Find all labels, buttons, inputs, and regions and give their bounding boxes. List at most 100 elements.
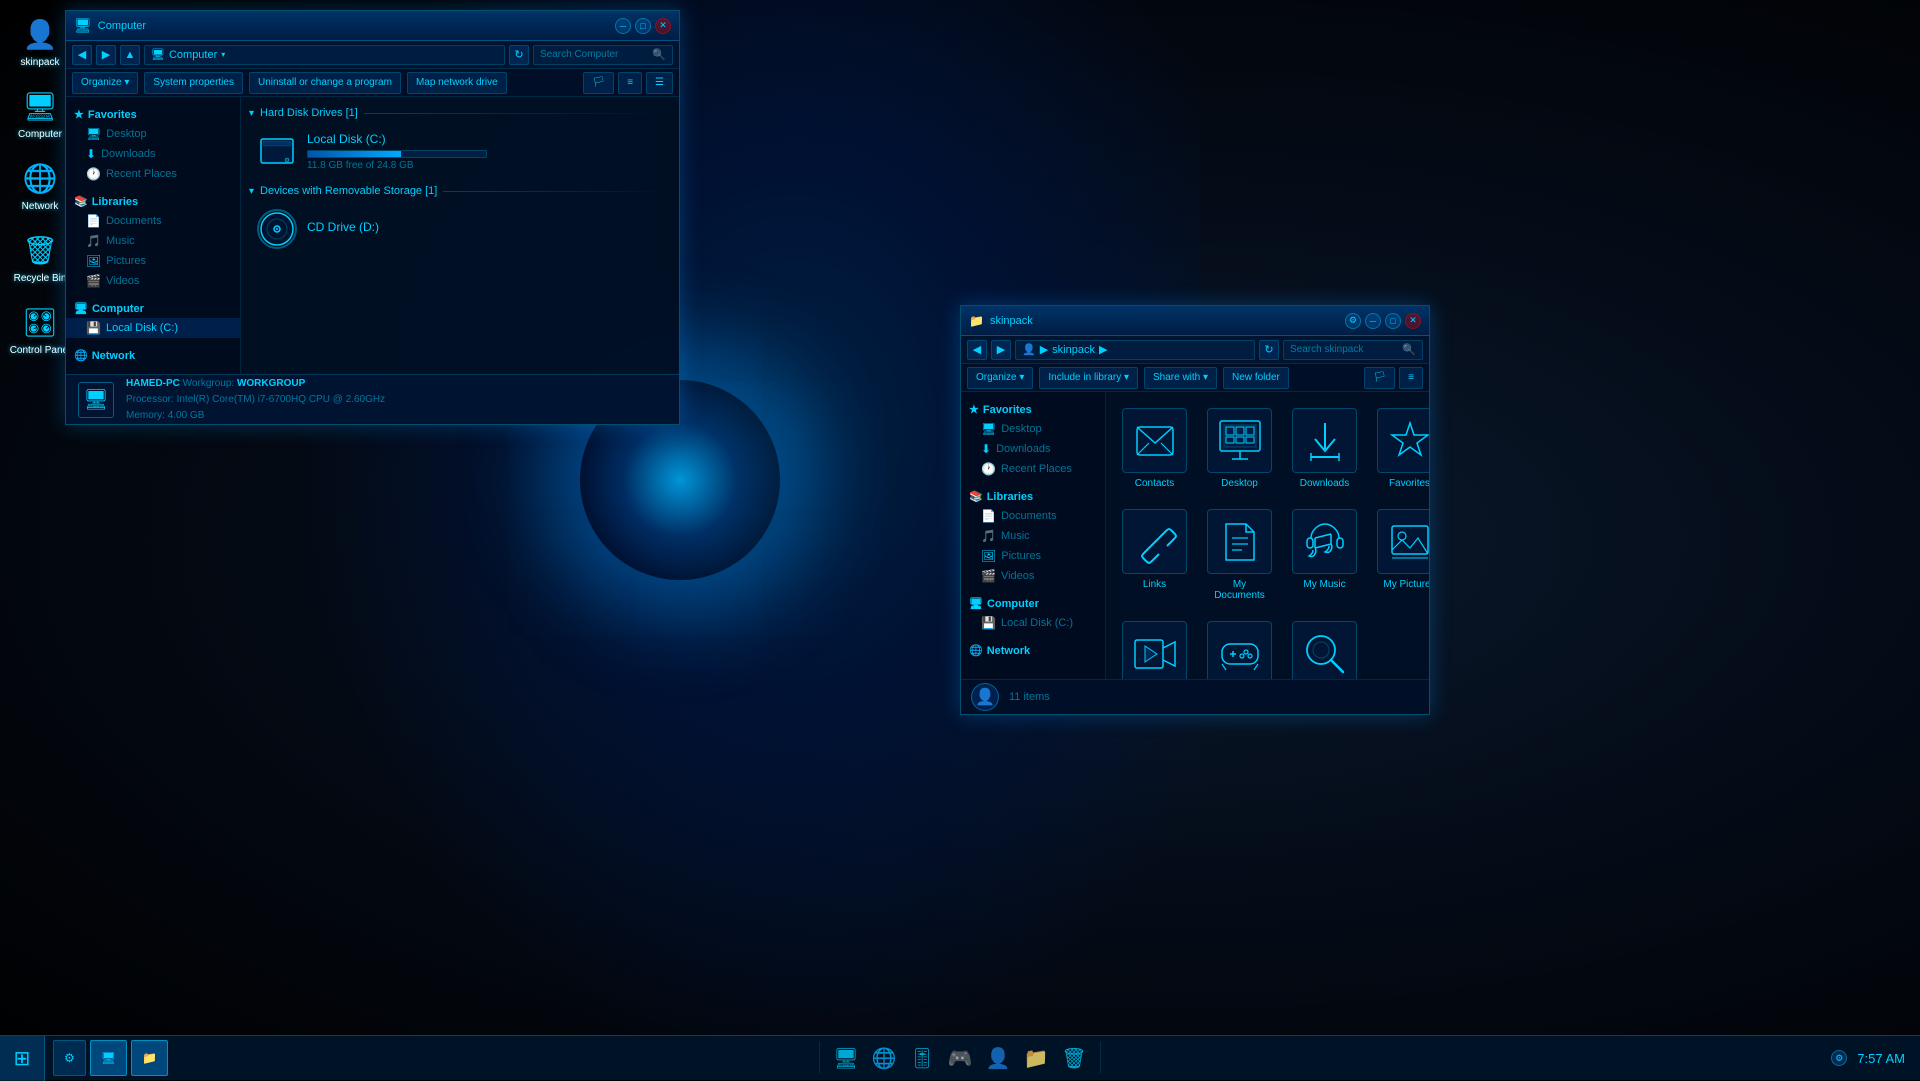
w2-downloads-icon: ⬇ [981, 442, 991, 456]
window2-minimize-btn[interactable]: ─ [1365, 313, 1381, 329]
cd-drive-item[interactable]: CD Drive (D:) [249, 205, 671, 253]
w2-flag-btn[interactable]: 🏳 [1364, 367, 1395, 389]
grid-item-my-pictures[interactable]: My Pictures [1371, 503, 1429, 607]
window2-address-bar[interactable]: 👤 ▶ skinpack ▶ [1015, 340, 1255, 360]
network-section: 🌐 Network [66, 346, 240, 365]
w2-sidebar-desktop[interactable]: 🖥 Desktop [961, 419, 1105, 439]
view-btn[interactable]: ≡ [618, 72, 642, 94]
window1-address-bar[interactable]: 🖥 Computer ▾ [144, 45, 505, 65]
grid-item-links[interactable]: Links [1116, 503, 1193, 607]
grid-item-downloads[interactable]: Downloads [1286, 402, 1363, 495]
w2-libraries-header: 📚 Libraries [961, 487, 1105, 506]
dock-user-icon[interactable]: 👤 [982, 1042, 1014, 1074]
downloads-icon-box [1292, 408, 1357, 473]
taskbar-item-folder[interactable]: 📁 [131, 1040, 168, 1076]
window1-maximize-btn[interactable]: □ [635, 18, 651, 34]
w2-library-icon: 📚 [969, 490, 983, 503]
dock-network-icon[interactable]: 🌐 [868, 1042, 900, 1074]
organize-btn[interactable]: Organize ▾ [72, 72, 138, 94]
w2-sidebar-music[interactable]: 🎵 Music [961, 526, 1105, 546]
hdd-section-header: ▾ Hard Disk Drives [1] [249, 105, 671, 121]
grid-item-favorites[interactable]: Favorites [1371, 402, 1429, 495]
grid-item-saved-games[interactable]: Saved Games [1201, 615, 1278, 679]
details-btn[interactable]: ☰ [646, 72, 673, 94]
window2-sidebar: ★ Favorites 🖥 Desktop ⬇ Downloads 🕐 Rece… [961, 392, 1106, 679]
window1-forward-btn[interactable]: ▶ [96, 45, 116, 65]
grid-item-desktop[interactable]: Desktop [1201, 402, 1278, 495]
computer-window-icon: 🖥 [74, 17, 92, 34]
window2-close-btn[interactable]: ✕ [1405, 313, 1421, 329]
dock-folder-icon[interactable]: 📁 [1020, 1042, 1052, 1074]
window1-search-bar[interactable]: Search Computer 🔍 [533, 45, 673, 65]
start-button[interactable]: ⊞ [0, 1036, 45, 1081]
window1-refresh-btn[interactable]: ↻ [509, 45, 529, 65]
w2-sidebar-videos[interactable]: 🎬 Videos [961, 566, 1105, 586]
w2-organize-btn[interactable]: Organize ▾ [967, 367, 1033, 389]
dock-gamepad-icon[interactable]: 🎮 [944, 1042, 976, 1074]
libraries-section: 📚 Libraries 📄 Documents 🎵 Music 🖼 Pictur… [66, 192, 240, 291]
taskbar-item-connections[interactable]: ⚙ [53, 1040, 86, 1076]
window1-close-btn[interactable]: ✕ [655, 18, 671, 34]
sidebar-item-pictures[interactable]: 🖼 Pictures [66, 251, 240, 271]
sidebar-item-videos[interactable]: 🎬 Videos [66, 271, 240, 291]
window2-titlebar: 📁 skinpack ⚙ ─ □ ✕ [961, 306, 1429, 336]
window2-statusbar: 👤 11 items [961, 679, 1429, 714]
map-drive-btn[interactable]: Map network drive [407, 72, 507, 94]
grid-item-contacts[interactable]: Contacts [1116, 402, 1193, 495]
links-grid-label: Links [1143, 579, 1166, 590]
taskbar-item-computer[interactable]: 🖥 [90, 1040, 127, 1076]
status-avatar: 👤 [971, 683, 999, 711]
dock-computer-icon[interactable]: 🖥 [830, 1042, 862, 1074]
dock-mixer-icon[interactable]: 🎚 [906, 1042, 938, 1074]
w2-sidebar-pictures[interactable]: 🖼 Pictures [961, 546, 1105, 566]
sidebar-item-music[interactable]: 🎵 Music [66, 231, 240, 251]
grid-item-my-documents[interactable]: My Documents [1201, 503, 1278, 607]
disk-usage-fill [308, 151, 401, 157]
system-props-btn[interactable]: System properties [144, 72, 243, 94]
flag-btn[interactable]: 🏳 [583, 72, 614, 94]
taskbar-computer-icon: 🖥 [101, 1051, 116, 1065]
w2-sidebar-downloads[interactable]: ⬇ Downloads [961, 439, 1105, 459]
dock-trash-icon[interactable]: 🗑 [1058, 1042, 1090, 1074]
control-panel-icon: 🎛 [20, 302, 60, 342]
sidebar-item-downloads[interactable]: ⬇ Downloads [66, 144, 240, 164]
window1-back-btn[interactable]: ◀ [72, 45, 92, 65]
window1-up-btn[interactable]: ▲ [120, 45, 140, 65]
local-disk-icon: 💾 [86, 321, 101, 335]
w2-favorites-header: ★ Favorites [961, 400, 1105, 419]
local-disk-info: Local Disk (C:) 11.8 GB free of 24.8 GB [307, 132, 663, 171]
grid-item-my-videos[interactable]: My Videos [1116, 615, 1193, 679]
window2-forward-btn[interactable]: ▶ [991, 340, 1011, 360]
w2-view-btn[interactable]: ≡ [1399, 367, 1423, 389]
window1-toolbar: Organize ▾ System properties Uninstall o… [66, 69, 679, 97]
network-icon: 🌐 [20, 158, 60, 198]
sidebar-item-recent-places[interactable]: 🕐 Recent Places [66, 164, 240, 184]
w2-sidebar-recent[interactable]: 🕐 Recent Places [961, 459, 1105, 479]
favorites-header: ★ Favorites [66, 105, 240, 124]
w2-share-btn[interactable]: Share with ▾ [1144, 367, 1217, 389]
sidebar-item-documents[interactable]: 📄 Documents [66, 211, 240, 231]
sidebar-item-local-disk[interactable]: 💾 Local Disk (C:) [66, 318, 240, 338]
window2-settings-btn[interactable]: ⚙ [1345, 313, 1361, 329]
window2-folder-icon: 📁 [969, 314, 984, 328]
w2-sidebar-documents[interactable]: 📄 Documents [961, 506, 1105, 526]
my-documents-label: My Documents [1207, 579, 1272, 601]
tray-settings-icon[interactable]: ⚙ [1831, 1050, 1847, 1066]
w2-libraries-section: 📚 Libraries 📄 Documents 🎵 Music 🖼 Pictur… [961, 487, 1105, 586]
local-disk-item[interactable]: Local Disk (C:) 11.8 GB free of 24.8 GB [249, 127, 671, 175]
w2-sidebar-local-disk[interactable]: 💾 Local Disk (C:) [961, 613, 1105, 633]
window1-minimize-btn[interactable]: ─ [615, 18, 631, 34]
uninstall-btn[interactable]: Uninstall or change a program [249, 72, 401, 94]
grid-item-my-music[interactable]: My Music [1286, 503, 1363, 607]
window2-search-bar[interactable]: Search skinpack 🔍 [1283, 340, 1423, 360]
window2-maximize-btn[interactable]: □ [1385, 313, 1401, 329]
sidebar-item-desktop[interactable]: 🖥 Desktop [66, 124, 240, 144]
removable-section-line [443, 191, 671, 192]
downloads-grid-label: Downloads [1300, 478, 1349, 489]
window2-back-btn[interactable]: ◀ [967, 340, 987, 360]
window2-body: ★ Favorites 🖥 Desktop ⬇ Downloads 🕐 Rece… [961, 392, 1429, 679]
grid-item-searches[interactable]: Searches [1286, 615, 1363, 679]
w2-include-library-btn[interactable]: Include in library ▾ [1039, 367, 1138, 389]
w2-new-folder-btn[interactable]: New folder [1223, 367, 1289, 389]
window2-refresh-btn[interactable]: ↻ [1259, 340, 1279, 360]
